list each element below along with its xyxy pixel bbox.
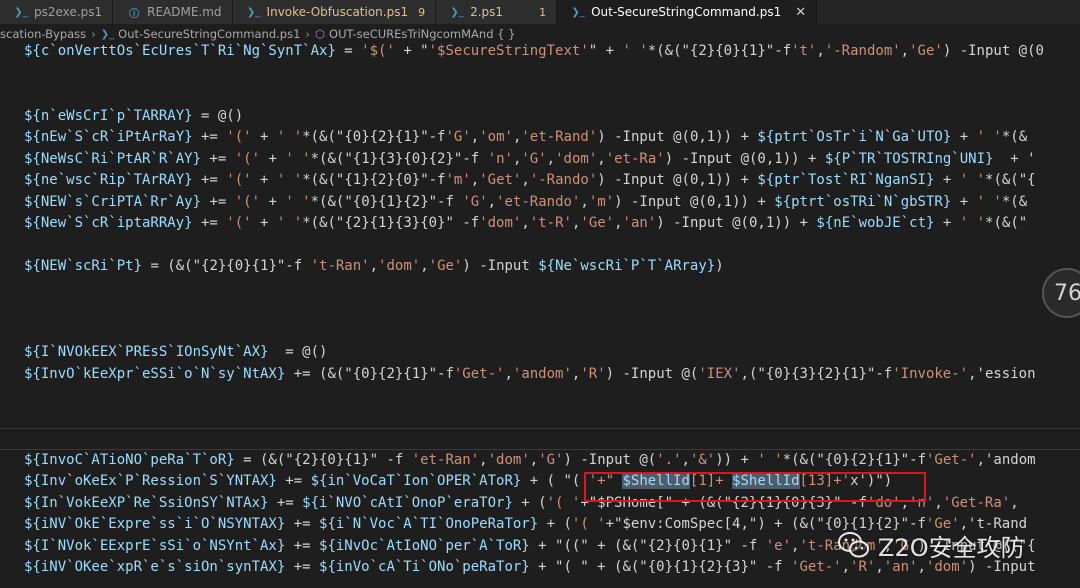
close-icon[interactable]: ✕	[795, 5, 806, 20]
code-line: ${InvoC`ATioNO`peRa`T`oR} = (&("{2}{0}{1…	[24, 451, 1036, 468]
wechat-icon	[838, 532, 869, 558]
function-symbol-icon: ⬡	[315, 27, 326, 41]
code-line: ${c`onVerttOs`EcUres`T`Ri`Ng`SynT`Ax} = …	[24, 43, 1044, 59]
code-line: ${InvO`kEeXpr`eSSi`o`N`sy`NtAX} += (&("{…	[24, 365, 1036, 382]
info-icon: ⓘ	[129, 8, 140, 20]
powershell-icon: ❯_	[450, 6, 464, 18]
powershell-icon: ❯_	[246, 6, 261, 18]
powershell-icon: ❯_	[14, 6, 28, 18]
watermark-text: Z2O安全攻防	[878, 533, 1025, 562]
code-line: ${New`S`cR`iptaRRAy} += '(' + ' '*(&("{2…	[24, 215, 1028, 231]
breadcrumb-symbol[interactable]: OUT-seCUREsTriNgcomMAnd { }	[329, 27, 515, 41]
code-line: ${nEw`S`cR`iPtArRaY} += '(' + ' '*(&("{0…	[24, 129, 1028, 145]
tab-out-securestringcommand[interactable]: ❯_ Out-SecureStringCommand.ps1 ✕	[557, 0, 818, 24]
powershell-icon: ❯_	[100, 28, 115, 40]
code-line-current	[0, 428, 1080, 450]
code-line: ${ne`wsc`Rip`TArRAY} += '(' + ' '*(&("{1…	[24, 172, 1036, 188]
problem-count-badge: 9	[418, 5, 426, 19]
breadcrumb-file[interactable]: Out-SecureStringCommand.ps1	[118, 27, 300, 41]
breadcrumb-folder[interactable]: scation-Bypass	[0, 27, 86, 41]
problem-count-badge: 1	[539, 5, 547, 19]
watermark: Z2O安全攻防	[838, 525, 1025, 565]
code-line: ${NEW`s`CriPTA`Rr`Ay} += '(' + ' '*(&("{…	[24, 193, 1028, 210]
code-line: ${NEW`scRi`Pt} = (&("{2}{0}{1}"-f 't-Ran…	[24, 258, 724, 274]
tab-label: Out-SecureStringCommand.ps1	[591, 5, 782, 19]
tab-readme[interactable]: ⓘ README.md	[113, 0, 233, 24]
editor-tab-bar: ❯_ ps2exe.ps1 ⓘ README.md ❯_ Invoke-Obfu…	[0, 0, 1080, 24]
chevron-right-icon: ›	[305, 27, 310, 41]
tab-label: ps2exe.ps1	[34, 5, 103, 19]
code-line: ${NeWsC`Ri`PtAR`R`AY} += '(' + ' '*(&("{…	[24, 150, 1036, 167]
code-line: ${I`NVOkEEX`PREsS`IOnSyNt`AX} = @()	[24, 344, 328, 360]
tab-label: 2.ps1	[470, 5, 504, 19]
tab-label: Invoke-Obfuscation.ps1	[266, 5, 409, 19]
code-line: ${n`eWsCrI`p`TARRAY} = @()	[24, 107, 244, 124]
tab-2-ps1[interactable]: ❯_ 2.ps1 1	[436, 0, 558, 24]
tab-invoke-obfuscation[interactable]: ❯_ Invoke-Obfuscation.ps1 9	[232, 0, 437, 24]
code-editor[interactable]: ${c`onVerttOs`EcUres`T`Ri`Ng`SynT`Ax} = …	[0, 43, 1080, 588]
tab-label: README.md	[147, 5, 222, 19]
chevron-right-icon: ›	[91, 27, 96, 41]
annotation-highlight-box	[584, 472, 926, 502]
powershell-icon: ❯_	[571, 6, 585, 18]
tab-ps2exe[interactable]: ❯_ ps2exe.ps1	[0, 0, 114, 24]
